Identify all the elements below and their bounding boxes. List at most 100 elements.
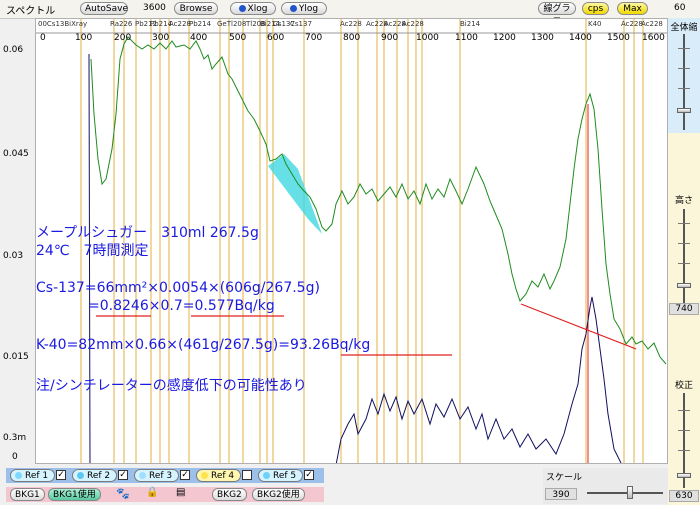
ref1-checkbox[interactable]: ✓ (56, 470, 66, 480)
x-tick-label: 100 (75, 33, 93, 43)
calibration-label: 校正 (674, 381, 693, 391)
x-tick-label: 1200 (493, 33, 516, 43)
ref5-checkbox[interactable]: ✓ (304, 470, 314, 480)
ref5-button[interactable]: Ref 5 (258, 469, 304, 482)
height-section: 高さ 740 (668, 133, 700, 315)
bkg1-use-toggle[interactable]: BKG1使用 (48, 488, 101, 501)
ref5-color-swatch (263, 472, 270, 479)
annotation-condition: 24℃ 7時間測定 (36, 243, 149, 259)
xlog-toggle[interactable]: Xlog (230, 2, 276, 15)
lock-icon[interactable]: 🔒 (146, 487, 158, 498)
ref4-label: Ref 4 (211, 471, 235, 481)
paw-icon[interactable]: 🐾 (116, 487, 130, 500)
tick (678, 223, 690, 224)
peak-label: Ac228 (621, 20, 643, 28)
y-tick-label: 0 (12, 452, 18, 462)
browse-button[interactable]: Browse (174, 2, 218, 15)
peak-label: Ra226 (110, 20, 133, 28)
tick (678, 430, 690, 431)
right-panel: 全体縮 高さ 740 校正 630 (668, 18, 700, 505)
tick (678, 243, 690, 244)
ref2-label: Ref 2 (87, 471, 111, 481)
reference-row: Ref 1 ✓ Ref 2 ✓ Ref 3 ✓ Ref 4 Ref 5 ✓ (6, 468, 324, 483)
clipboard-icon[interactable]: ▤ (176, 487, 185, 498)
ref4-checkbox[interactable] (242, 470, 252, 480)
scale-label: スケール (546, 473, 583, 483)
text: ×0.7= (148, 298, 195, 314)
x-tick-label: 0 (40, 33, 46, 43)
spectrum-line (90, 36, 667, 365)
peak-label: GeTl208 (217, 20, 247, 28)
toolbar: スペクトル AutoSave 3600 Browse Xlog Ylog 線グラ… (0, 0, 700, 27)
autosave-button[interactable]: AutoSave (80, 2, 128, 15)
scale-slider-handle[interactable] (627, 486, 633, 499)
tick (678, 68, 690, 69)
annotation-sample: メープルシュガー 310ml 267.5g (36, 225, 259, 241)
bottom-panel: Ref 1 ✓ Ref 2 ✓ Ref 3 ✓ Ref 4 Ref 5 ✓ BK… (0, 464, 530, 505)
ref4-color-swatch (201, 472, 208, 479)
x-tick-label: 1600 (642, 33, 665, 43)
height-slider-handle[interactable] (677, 283, 691, 288)
xlog-label: Xlog (247, 4, 268, 14)
zoom-label: 全体縮 (670, 23, 698, 33)
ref1-color-swatch (15, 472, 22, 479)
peak-label: Ac228 (340, 20, 362, 28)
y-tick-label: 0.06 (3, 45, 24, 55)
scale-track (587, 492, 663, 494)
annotation-k40-formula: K-40=82mm×0.66×(461g/267.5g)=93.26Bq/kg (36, 337, 370, 353)
peak-label: Ac228 (169, 20, 191, 28)
text: = (88, 298, 100, 314)
peak-labels: 00Cs13BiXray Ra226 Pb212 Pb214 Ac228 Pb2… (36, 19, 667, 29)
y-tick-label: 0.3m (3, 433, 27, 443)
tick (678, 88, 690, 89)
ylog-toggle[interactable]: Ylog (281, 2, 327, 15)
y-tick-label: 0.015 (3, 352, 29, 362)
ref1-button[interactable]: Ref 1 (10, 469, 56, 482)
zoom-slider-handle[interactable] (677, 108, 691, 113)
calibration-value: 630 (669, 490, 699, 502)
x-tick-label: 1100 (455, 33, 478, 43)
ref1-label: Ref 1 (25, 471, 49, 481)
y-tick-label: 0.045 (3, 149, 29, 159)
cps-button[interactable]: cps (582, 2, 609, 15)
text: K-40=82mm×0.66×(461g/267.5g)= (36, 337, 290, 353)
calibration-slider-handle[interactable] (677, 473, 691, 478)
peak-label: K40 (588, 20, 602, 28)
ref3-label: Ref 3 (149, 471, 173, 481)
ref3-button[interactable]: Ref 3 (134, 469, 180, 482)
line-graph-button[interactable]: 線グラフ (538, 2, 576, 27)
annotation-cs137-formula: Cs-137=66mm²×0.0054×(606g/267.5g) (36, 280, 320, 296)
ref3-checkbox[interactable]: ✓ (180, 470, 190, 480)
ref4-button[interactable]: Ref 4 (196, 469, 242, 482)
x-tick-label: 400 (190, 33, 208, 43)
calibration-section: 校正 630 (668, 315, 700, 505)
ref2-checkbox[interactable]: ✓ (118, 470, 128, 480)
radio-icon (238, 5, 246, 12)
x-axis-ticks: 0 100 200 300 400 500 600 700 800 900 10… (36, 33, 667, 45)
zoom-section: 全体縮 (668, 18, 700, 133)
tick (678, 410, 690, 411)
scale-value: 390 (545, 488, 577, 500)
bkg2-use-toggle[interactable]: BKG2使用 (252, 488, 305, 501)
text: 0.8246 (99, 298, 149, 314)
x-tick-label: 1000 (416, 33, 439, 43)
bkg1-button[interactable]: BKG1 (10, 488, 45, 501)
ref2-button[interactable]: Ref 2 (72, 469, 118, 482)
ref3-color-swatch (139, 472, 146, 479)
ylog-label: Ylog (298, 4, 319, 14)
cs137-area (268, 154, 322, 234)
x-tick-label: 1500 (607, 33, 630, 43)
x-tick-label: 800 (343, 33, 361, 43)
annotation-note: 注/シンチレーターの感度低下の可能性あり (36, 378, 307, 394)
background-row: BKG1 BKG1使用 🐾 🔒 ▤ BKG2 BKG2使用 (6, 487, 324, 502)
measure-time: 3600 (143, 3, 166, 13)
bkg2-button[interactable]: BKG2 (212, 488, 247, 501)
scale-control: スケール 390 (543, 468, 668, 504)
tick (678, 263, 690, 264)
ref5-label: Ref 5 (273, 471, 297, 481)
x-tick-label: 200 (114, 33, 132, 43)
window-title: スペクトル (6, 6, 56, 17)
spectrum-plot[interactable]: 00Cs13BiXray Ra226 Pb212 Pb214 Ac228 Pb2… (35, 18, 668, 464)
max-button[interactable]: Max (617, 2, 648, 15)
ref2-color-swatch (77, 472, 84, 479)
